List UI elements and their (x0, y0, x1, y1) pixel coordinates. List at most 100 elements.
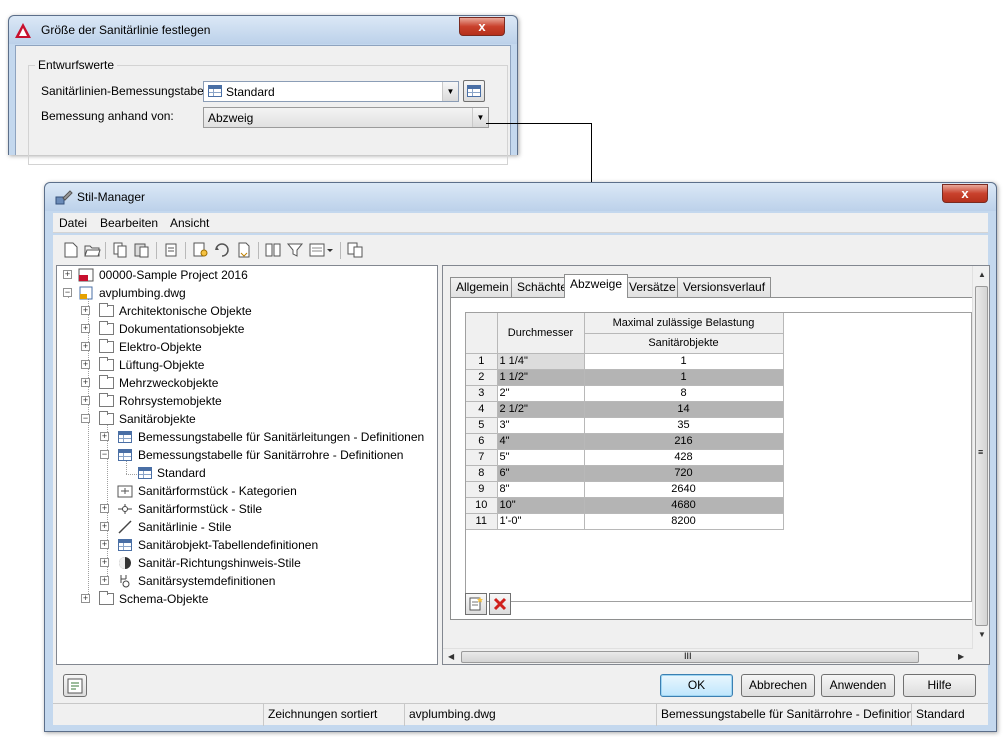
menu-edit[interactable]: Bearbeiten (100, 216, 158, 230)
size-cell[interactable]: 6" (497, 465, 585, 482)
tree-item-architectural[interactable]: + Architektonische Objekte (79, 302, 429, 320)
expand-plus-icon[interactable]: + (81, 342, 90, 351)
new-style-icon[interactable] (191, 241, 209, 259)
tree-item-electrical[interactable]: + Elektro-Objekte (79, 338, 429, 356)
table-row[interactable]: 5 3" 35 (466, 417, 784, 434)
tree-item-fitting-categories[interactable]: Sanitärformstück - Kategorien (98, 482, 436, 500)
max-load-cell[interactable]: 428 (584, 449, 784, 466)
row-number[interactable]: 10 (466, 497, 498, 514)
max-load-cell[interactable]: 4680 (584, 497, 784, 514)
row-number[interactable]: 1 (466, 353, 498, 370)
size-cell[interactable]: 8" (497, 481, 585, 498)
max-load-cell[interactable]: 720 (584, 465, 784, 482)
tree-item-flow-arrow-styles[interactable]: + Sanitär-Richtungshinweis-Stile (98, 554, 436, 572)
expand-plus-icon[interactable]: + (100, 504, 109, 513)
expand-plus-icon[interactable]: + (100, 432, 109, 441)
scroll-up-icon[interactable]: ▲ (978, 270, 986, 279)
tree-item-schematic[interactable]: + Schema-Objekte (79, 590, 429, 608)
tree-item-standard[interactable]: Standard (135, 464, 215, 482)
toggle-view-icon[interactable] (264, 241, 282, 259)
size-cell[interactable]: 1'-0" (497, 513, 585, 530)
scroll-right-icon[interactable]: ▶ (958, 652, 964, 661)
toggle-tree-button[interactable] (63, 674, 87, 697)
table-row[interactable]: 42 1/2" 14 (466, 401, 784, 418)
view-dropdown-icon[interactable] (308, 241, 334, 259)
expand-plus-icon[interactable]: + (81, 396, 90, 405)
size-cell[interactable]: 1 1/2" (497, 369, 585, 386)
menu-file[interactable]: Datei (59, 216, 87, 230)
sizing-basis-combo[interactable]: Abzweig ▼ (203, 107, 489, 128)
expand-plus-icon[interactable]: + (100, 558, 109, 567)
max-load-cell[interactable]: 1 (584, 353, 784, 370)
table-row[interactable]: 11 1'-0" 8200 (466, 513, 784, 530)
column-header-size[interactable]: Durchmesser (497, 313, 585, 354)
synchronize-icon[interactable] (346, 241, 364, 259)
tree-item-plumbing-line-sizing[interactable]: + Bemessungstabelle für Sanitärleitungen… (98, 428, 436, 446)
menu-view[interactable]: Ansicht (170, 216, 209, 230)
add-row-button[interactable] (465, 593, 487, 615)
size-cell[interactable]: 3" (497, 417, 585, 434)
expand-plus-icon[interactable]: + (100, 522, 109, 531)
sizing-table-combo[interactable]: Standard ▼ (203, 81, 459, 102)
row-number[interactable]: 11 (466, 513, 498, 530)
table-row[interactable]: 21 1/2" 1 (466, 369, 784, 386)
tab-offsets[interactable]: Versätze (623, 277, 682, 297)
row-number[interactable]: 2 (466, 369, 498, 386)
table-row[interactable]: 7 5" 428 (466, 449, 784, 466)
expand-plus-icon[interactable]: + (100, 540, 109, 549)
row-number[interactable]: 5 (466, 417, 498, 434)
size-cell[interactable]: 10" (497, 497, 585, 514)
horizontal-scroll-thumb[interactable]: III (461, 651, 919, 663)
max-load-cell[interactable]: 2640 (584, 481, 784, 498)
column-header-fixture-units[interactable]: Sanitärobjekte (584, 333, 784, 354)
max-load-cell[interactable]: 8 (584, 385, 784, 402)
collapse-minus-icon[interactable]: − (81, 414, 90, 423)
tree-item-piping[interactable]: + Rohrsystemobjekte (79, 392, 429, 410)
tree-item-plumbing[interactable]: − Sanitärobjekte (79, 410, 429, 428)
expand-plus-icon[interactable]: + (81, 594, 90, 603)
row-number[interactable]: 4 (466, 401, 498, 418)
style-manager-close-button[interactable]: x (942, 184, 988, 203)
expand-plus-icon[interactable]: + (81, 378, 90, 387)
tree-item-project[interactable]: + 00000-Sample Project 2016 (61, 266, 431, 284)
expand-plus-icon[interactable]: + (81, 306, 90, 315)
branch-loading-grid[interactable]: Durchmesser Maximal zulässige Belastung … (465, 312, 972, 602)
help-button[interactable]: Hilfe (903, 674, 976, 697)
tree-item-line-styles[interactable]: + Sanitärlinie - Stile (98, 518, 436, 536)
size-cell[interactable]: 1 1/4" (497, 353, 585, 370)
table-row[interactable]: 3 2" 8 (466, 385, 784, 402)
tab-version-history[interactable]: Versionsverlauf (677, 277, 772, 297)
max-load-cell[interactable]: 8200 (584, 513, 784, 530)
row-number[interactable]: 6 (466, 433, 498, 450)
tab-branches[interactable]: Abzweige (564, 274, 629, 298)
paste-icon[interactable] (133, 241, 151, 259)
row-number[interactable]: 9 (466, 481, 498, 498)
purge-icon[interactable] (162, 241, 180, 259)
sort-icon[interactable] (235, 241, 253, 259)
max-load-cell[interactable]: 216 (584, 433, 784, 450)
max-load-cell[interactable]: 1 (584, 369, 784, 386)
expand-plus-icon[interactable]: + (100, 576, 109, 585)
tree-item-documentation[interactable]: + Dokumentationsobjekte (79, 320, 429, 338)
vertical-scroll-thumb[interactable]: ≡ (975, 286, 988, 626)
max-load-cell[interactable]: 35 (584, 417, 784, 434)
chevron-down-icon[interactable]: ▼ (472, 108, 488, 127)
collapse-minus-icon[interactable]: − (100, 450, 109, 459)
cancel-button[interactable]: Abbrechen (741, 674, 815, 697)
expand-plus-icon[interactable]: + (63, 270, 72, 279)
chevron-down-icon[interactable]: ▼ (442, 82, 458, 101)
collapse-minus-icon[interactable]: − (63, 288, 72, 297)
expand-plus-icon[interactable]: + (81, 324, 90, 333)
tree-item-table-definitions[interactable]: + Sanitärobjekt-Tabellendefinitionen (98, 536, 436, 554)
row-number[interactable]: 8 (466, 465, 498, 482)
tab-general[interactable]: Allgemein (450, 277, 515, 297)
tree-item-multipurpose[interactable]: + Mehrzweckobjekte (79, 374, 429, 392)
tree-item-plumbing-pipe-sizing[interactable]: − Bemessungstabelle für Sanitärrohre - D… (98, 446, 436, 464)
open-drawing-icon[interactable] (83, 241, 101, 259)
size-cell[interactable]: 5" (497, 449, 585, 466)
style-tree[interactable]: + 00000-Sample Project 2016 − avplumbing… (56, 265, 438, 665)
filter-icon[interactable] (286, 241, 304, 259)
horizontal-scrollbar[interactable]: ◀ III ▶ (443, 648, 973, 664)
delete-row-button[interactable] (489, 593, 511, 615)
apply-button[interactable]: Anwenden (821, 674, 895, 697)
